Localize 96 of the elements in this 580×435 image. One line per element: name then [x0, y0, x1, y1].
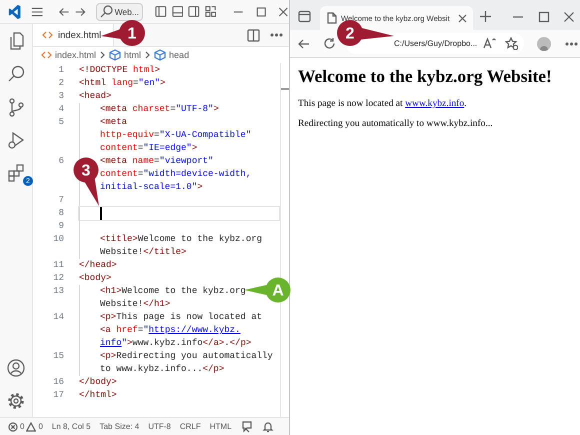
maximize-icon[interactable]	[538, 11, 550, 23]
maximize-icon[interactable]	[256, 6, 266, 18]
page-icon	[326, 12, 337, 24]
line-number: 7	[58, 194, 64, 207]
search-icon[interactable]	[6, 64, 26, 84]
left-panel-icon[interactable]	[154, 5, 167, 18]
settings-icon[interactable]	[6, 390, 26, 410]
code-line: <head>	[79, 90, 112, 103]
paragraph: Redirecting you automatically to www.kybz.info...	[298, 118, 494, 129]
bottom-panel-icon[interactable]	[172, 5, 184, 18]
close-icon[interactable]	[458, 14, 467, 22]
language-mode[interactable]: HTML	[210, 422, 232, 431]
error-count: 0	[20, 422, 24, 431]
warning-icon	[26, 422, 36, 432]
chevron-icon	[99, 51, 106, 59]
page-heading: Welcome to the kybz.org Website!	[298, 66, 553, 87]
code-line: <meta name="viewport"	[100, 155, 214, 168]
code-line: <p>This page is now located at	[100, 311, 262, 324]
code-line: content="IE=edge">	[100, 142, 198, 155]
element-icon	[109, 49, 122, 61]
breadcrumb-item[interactable]: html	[124, 50, 142, 60]
line-number: 15	[52, 350, 64, 363]
code-line: <p>Redirecting you automatically	[100, 350, 273, 363]
split-editor-icon[interactable]	[247, 28, 260, 42]
line-number: 4	[58, 103, 64, 116]
profile-icon[interactable]	[537, 36, 551, 50]
code-line: http-equiv="X-UA-Compatible"	[100, 129, 252, 142]
cursor-position[interactable]: Ln 8, Col 5	[52, 422, 91, 431]
code-line: </head>	[79, 259, 117, 272]
tab-size[interactable]: Tab Size: 4	[100, 422, 140, 431]
favorites-icon[interactable]	[505, 37, 518, 50]
line-number: 8	[58, 207, 64, 220]
line-number: 1	[58, 64, 64, 77]
line-number: 2	[58, 77, 64, 90]
code-line: <a href="https://www.kybz.	[100, 324, 240, 337]
chevron-icon	[144, 51, 152, 59]
line-number: 11	[52, 259, 64, 272]
close-icon[interactable]	[278, 6, 290, 18]
warning-count: 0	[38, 422, 43, 431]
feedback-icon[interactable]	[240, 420, 253, 432]
code-line: Website!</title>	[100, 246, 186, 259]
right-panel-icon[interactable]	[188, 5, 200, 18]
layout-grid-icon[interactable]	[204, 5, 216, 18]
html-file-icon	[41, 50, 52, 60]
code-line: Website!</h1>	[100, 298, 170, 311]
back-arrow-icon[interactable]	[297, 36, 311, 50]
code-line: <meta	[100, 116, 128, 129]
line-number: 17	[52, 389, 64, 402]
code-line: info">www.kybz.info</a>.</p>	[100, 337, 252, 350]
code-line: content="width=device-width,	[100, 168, 252, 181]
html-file-icon	[42, 30, 53, 40]
line-number: 6	[58, 155, 64, 168]
line-ending[interactable]: CRLF	[180, 422, 201, 431]
line-number: 14	[52, 311, 64, 324]
editor-tab[interactable]: index.html	[33, 24, 114, 46]
more-icon[interactable]	[565, 40, 578, 46]
code-line: <title>Welcome to the kybz.org	[100, 233, 262, 246]
link[interactable]: www.kybz.info	[405, 98, 464, 109]
close-icon[interactable]	[562, 11, 575, 23]
code-line: <html lang="en">	[79, 77, 166, 90]
line-number: 5	[58, 116, 64, 129]
line-number: 10	[52, 233, 64, 246]
refresh-icon[interactable]	[323, 37, 336, 50]
code-line: <h1>Welcome to the kybz.org	[100, 285, 246, 298]
callout-badge: 2	[337, 20, 394, 46]
line-number: 12	[52, 272, 64, 285]
breadcrumb-item[interactable]: head	[169, 50, 190, 60]
encoding[interactable]: UTF-8	[148, 422, 171, 431]
search-icon	[100, 5, 113, 18]
search-field[interactable]: Web...	[96, 2, 143, 20]
run-debug-icon[interactable]	[6, 130, 26, 150]
paragraph: This page is now located at www.kybz.info.	[298, 98, 468, 109]
error-icon	[8, 422, 18, 432]
code-line: </body>	[79, 376, 117, 389]
code-line: </html>	[79, 389, 117, 402]
line-number: 3	[58, 90, 64, 103]
text-cursor	[100, 207, 102, 220]
logo-icon	[8, 2, 22, 20]
line-number: 16	[52, 376, 64, 389]
extensions-icon[interactable]	[6, 162, 26, 182]
line-number: 13	[52, 285, 64, 298]
scroll-marker	[281, 88, 289, 90]
new-tab-icon[interactable]	[478, 10, 492, 23]
code-line: <!DOCTYPE html>	[79, 64, 160, 77]
element-icon	[154, 49, 166, 61]
code-line: <meta charset="UTF-8">	[100, 103, 219, 116]
read-aloud-icon[interactable]	[483, 37, 497, 50]
bell-icon[interactable]	[262, 420, 274, 432]
line-number: 9	[58, 220, 64, 233]
code-line: initial-scale=1.0">	[100, 181, 203, 194]
tab-actions-icon[interactable]	[298, 10, 311, 23]
breadcrumb-item[interactable]: index.html	[55, 50, 96, 60]
more-icon[interactable]	[270, 32, 283, 38]
code-line: to www.kybz.info...</p>	[100, 363, 224, 376]
account-icon[interactable]	[6, 358, 26, 378]
code-line: <body>	[79, 272, 112, 285]
